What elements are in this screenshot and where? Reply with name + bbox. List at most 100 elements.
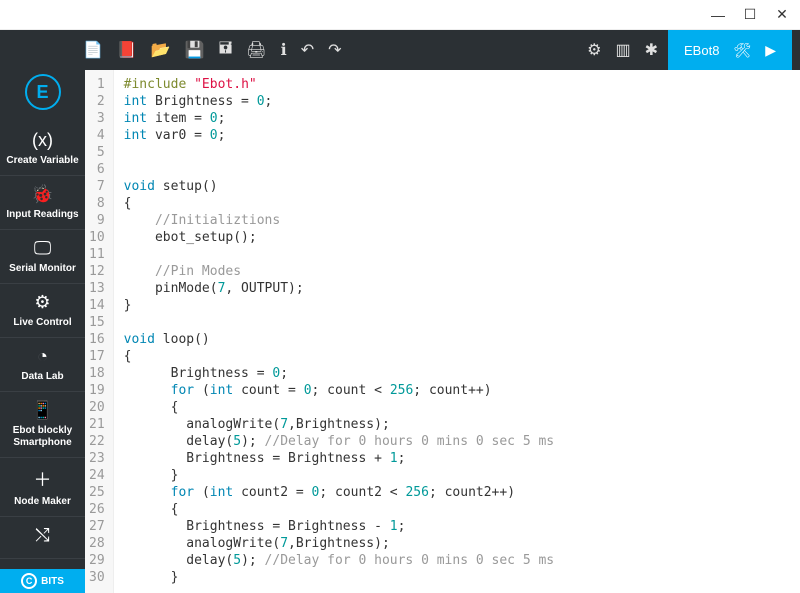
- sidebar-item-3[interactable]: ⚙Live Control: [0, 284, 85, 338]
- toolbar: 📄 📕 📂 💾 🖬 🖨 ℹ ↶ ↷ ⚙ ▥ ✱ EBot8 🛠 ▶: [0, 30, 800, 70]
- undo-icon[interactable]: ↶: [301, 40, 314, 60]
- code-line[interactable]: }: [124, 467, 554, 484]
- code-line[interactable]: [124, 161, 554, 178]
- code-line[interactable]: }: [124, 569, 554, 586]
- line-number: 2: [89, 93, 105, 110]
- code-line[interactable]: {: [124, 195, 554, 212]
- code-area[interactable]: #include "Ebot.h"int Brightness = 0;int …: [114, 70, 564, 593]
- line-number: 11: [89, 246, 105, 263]
- sidebar-item-1[interactable]: 🐞 Input Readings: [0, 176, 85, 230]
- new-file-icon[interactable]: 📄: [83, 40, 103, 60]
- code-line[interactable]: int item = 0;: [124, 110, 554, 127]
- line-number: 27: [89, 518, 105, 535]
- print-icon[interactable]: 🖨: [246, 40, 266, 60]
- code-line[interactable]: for (int count = 0; count < 256; count++…: [124, 382, 554, 399]
- line-number: 9: [89, 212, 105, 229]
- code-line[interactable]: analogWrite(7,Brightness);: [124, 535, 554, 552]
- code-line[interactable]: {: [124, 348, 554, 365]
- line-number: 15: [89, 314, 105, 331]
- sidebar-icon-2: 🖵: [2, 238, 83, 259]
- code-line[interactable]: ebot_setup();: [124, 229, 554, 246]
- line-number: 17: [89, 348, 105, 365]
- main: E (x) Create Variable 🐞 Input Readings 🖵Seri…: [0, 70, 800, 593]
- line-number: 14: [89, 297, 105, 314]
- line-number: 19: [89, 382, 105, 399]
- sidebar-item-7[interactable]: ⤭: [0, 517, 85, 559]
- sidebar-label-6: Node Maker: [2, 496, 83, 508]
- sidebar-item-4[interactable]: ◔Data Lab: [0, 338, 85, 392]
- line-number: 3: [89, 110, 105, 127]
- code-line[interactable]: Brightness = Brightness - 1;: [124, 518, 554, 535]
- line-number: 1: [89, 76, 105, 93]
- code-line[interactable]: [124, 144, 554, 161]
- line-number: 4: [89, 127, 105, 144]
- code-line[interactable]: pinMode(7, OUTPUT);: [124, 280, 554, 297]
- code-line[interactable]: }: [124, 297, 554, 314]
- sidebar-icon-6: ＋: [2, 466, 83, 492]
- code-line[interactable]: [124, 246, 554, 263]
- info-icon[interactable]: ℹ: [281, 40, 287, 60]
- tools-icon[interactable]: 🛠: [733, 42, 751, 59]
- line-number: 8: [89, 195, 105, 212]
- line-number: 23: [89, 450, 105, 467]
- code-line[interactable]: #include "Ebot.h": [124, 76, 554, 93]
- sidebar-icon-3: ⚙: [2, 292, 83, 313]
- sidebar-label-1: Input Readings: [2, 209, 83, 221]
- toolbar-right-icons: ⚙ ▥ ✱: [587, 40, 658, 60]
- line-number: 18: [89, 365, 105, 382]
- bits-label: BITS: [41, 576, 64, 587]
- code-line[interactable]: delay(5); //Delay for 0 hours 0 mins 0 s…: [124, 552, 554, 569]
- close-button[interactable]: ✕: [772, 6, 792, 23]
- code-line[interactable]: {: [124, 399, 554, 416]
- code-line[interactable]: void setup(): [124, 178, 554, 195]
- line-number: 10: [89, 229, 105, 246]
- sidebar-icon-7: ⤭: [2, 525, 83, 546]
- save-icon[interactable]: 💾: [185, 40, 205, 60]
- code-line[interactable]: void loop(): [124, 331, 554, 348]
- sidebar-item-6[interactable]: ＋ Node Maker: [0, 458, 85, 517]
- code-line[interactable]: Brightness = 0;: [124, 365, 554, 382]
- code-line[interactable]: [124, 314, 554, 331]
- line-number: 28: [89, 535, 105, 552]
- settings-icon[interactable]: ⚙: [587, 40, 601, 60]
- sidebar-icon-0: (x): [2, 130, 83, 151]
- line-number: 13: [89, 280, 105, 297]
- code-line[interactable]: int var0 = 0;: [124, 127, 554, 144]
- sidebar-item-0[interactable]: (x) Create Variable: [0, 122, 85, 176]
- layout-icon[interactable]: ▥: [615, 40, 630, 60]
- sidebar-item-2[interactable]: 🖵Serial Monitor: [0, 230, 85, 284]
- minimize-button[interactable]: —: [708, 7, 728, 23]
- code-line[interactable]: //Initializtions: [124, 212, 554, 229]
- open-icon[interactable]: 📂: [151, 40, 171, 60]
- sidebar-label-0: Create Variable: [2, 155, 83, 167]
- sidebar-label-5: Ebot blockly Smartphone: [2, 425, 83, 449]
- sidebar-item-5[interactable]: 📱Ebot blockly Smartphone: [0, 392, 85, 458]
- line-number: 12: [89, 263, 105, 280]
- code-line[interactable]: Brightness = Brightness + 1;: [124, 450, 554, 467]
- line-gutter: 1234567891011121314151617181920212223242…: [85, 70, 114, 593]
- line-number: 25: [89, 484, 105, 501]
- sidebar-bits[interactable]: C BITS: [0, 569, 85, 593]
- toolbar-icons: 📄 📕 📂 💾 🖬 🖨 ℹ ↶ ↷: [83, 37, 342, 64]
- code-line[interactable]: int Brightness = 0;: [124, 93, 554, 110]
- plugin-icon[interactable]: ✱: [645, 40, 658, 60]
- code-line[interactable]: //Pin Modes: [124, 263, 554, 280]
- code-line[interactable]: {: [124, 501, 554, 518]
- app-logo[interactable]: E: [25, 74, 61, 110]
- maximize-button[interactable]: ☐: [740, 6, 760, 23]
- code-line[interactable]: delay(5); //Delay for 0 hours 0 mins 0 s…: [124, 433, 554, 450]
- code-line[interactable]: for (int count2 = 0; count2 < 256; count…: [124, 484, 554, 501]
- code-editor[interactable]: 1234567891011121314151617181920212223242…: [85, 70, 800, 593]
- sidebar-icon-1: 🐞: [2, 184, 83, 205]
- project-tab[interactable]: EBot8 🛠 ▶: [668, 30, 792, 70]
- code-line[interactable]: analogWrite(7,Brightness);: [124, 416, 554, 433]
- redo-icon[interactable]: ↷: [328, 40, 341, 60]
- book-icon[interactable]: 📕: [117, 40, 137, 60]
- line-number: 16: [89, 331, 105, 348]
- save-all-icon[interactable]: 🖬: [219, 37, 233, 64]
- play-icon[interactable]: ▶: [765, 42, 776, 59]
- line-number: 7: [89, 178, 105, 195]
- line-number: 20: [89, 399, 105, 416]
- line-number: 26: [89, 501, 105, 518]
- sidebar-label-4: Data Lab: [2, 371, 83, 383]
